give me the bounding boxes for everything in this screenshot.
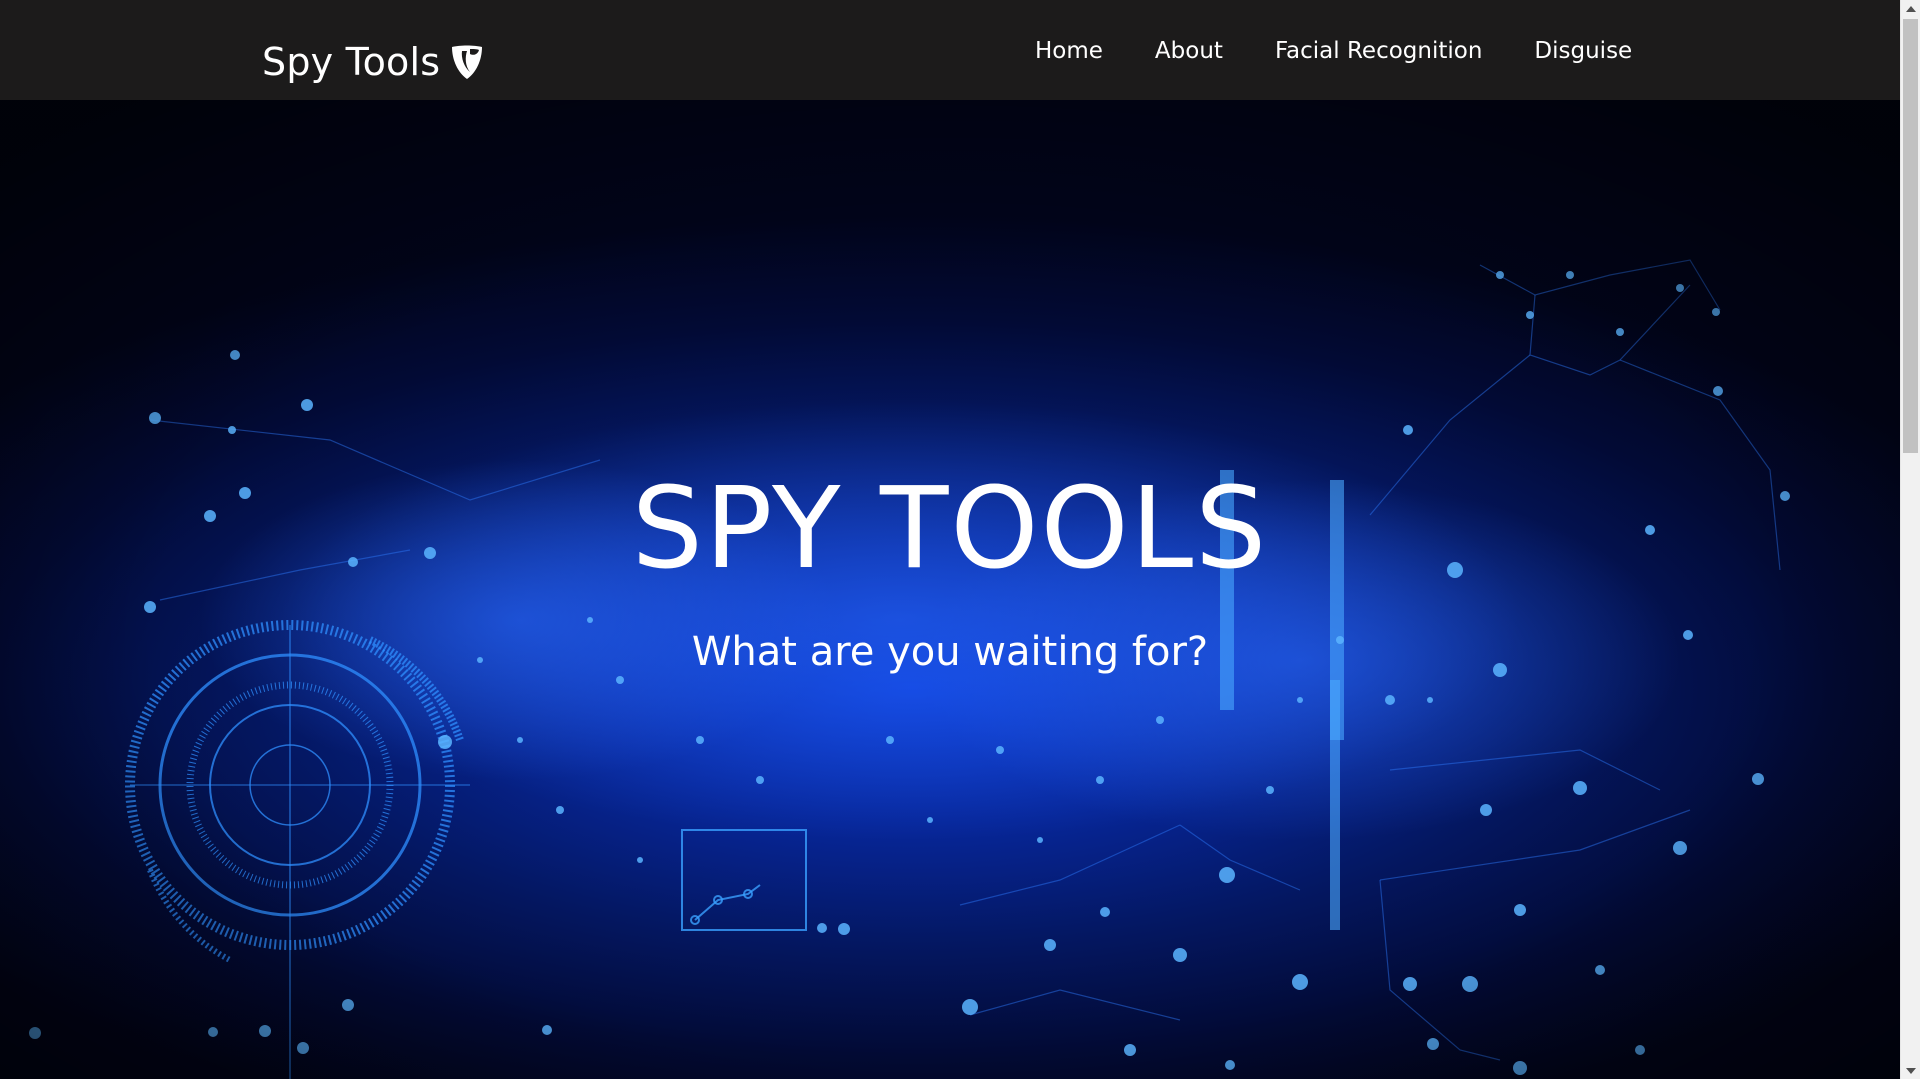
brand-link[interactable]: Spy Tools	[262, 36, 484, 88]
hero-subtitle: What are you waiting for?	[691, 629, 1209, 675]
page: Spy Tools Home About Facial Recognition …	[0, 0, 1900, 1079]
typo3-shield-icon	[452, 45, 483, 79]
scrollbar-thumb[interactable]	[1903, 19, 1918, 453]
nav-home[interactable]: Home	[1035, 38, 1103, 64]
scroll-down-arrow-icon[interactable]	[1901, 1062, 1920, 1079]
scroll-up-arrow-icon[interactable]	[1901, 0, 1920, 17]
vertical-scrollbar[interactable]	[1900, 0, 1920, 1079]
navbar: Spy Tools Home About Facial Recognition …	[0, 0, 1900, 100]
hero-title: SPY TOOLS	[631, 464, 1269, 594]
nav-links: Home About Facial Recognition Disguise	[1035, 30, 1632, 72]
brand-name: Spy Tools	[262, 40, 441, 84]
nav-facial-recognition[interactable]: Facial Recognition	[1275, 38, 1482, 64]
nav-disguise[interactable]: Disguise	[1534, 38, 1632, 64]
nav-about[interactable]: About	[1155, 38, 1223, 64]
hero-section: SPY TOOLS What are you waiting for?	[0, 100, 1900, 1079]
